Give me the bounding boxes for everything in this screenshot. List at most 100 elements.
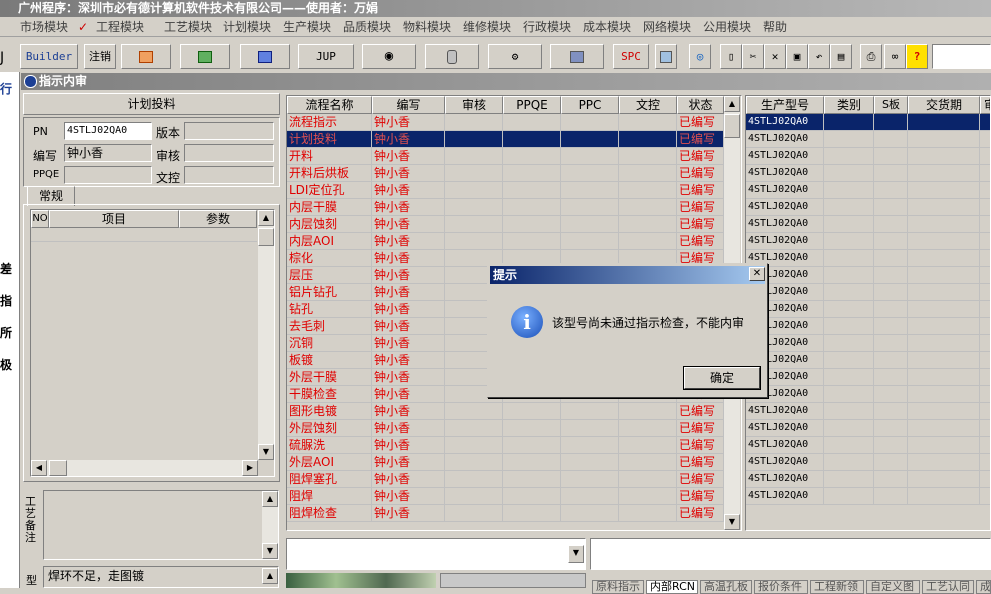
table-row[interactable]: 阻焊 钟小香 已编写 <box>287 488 724 505</box>
computer-button[interactable] <box>550 44 604 69</box>
scroll-up-icon[interactable]: ▲ <box>724 96 740 112</box>
bottom-tab[interactable]: 内部RCN <box>646 580 698 594</box>
col-header-ppc[interactable]: PPC <box>561 96 619 114</box>
find-button[interactable]: ∞ <box>884 44 906 69</box>
scroll-thumb[interactable] <box>724 114 740 138</box>
scroll-left-icon[interactable]: ◀ <box>31 460 47 476</box>
table-row[interactable]: 4STLJ02QA0 <box>746 335 990 352</box>
menu-market[interactable]: 市场模块 <box>20 19 68 35</box>
scroll-thumb[interactable] <box>258 228 274 246</box>
scroll-up-icon[interactable]: ▲ <box>258 210 274 226</box>
help-button[interactable]: ? <box>906 44 928 69</box>
table-row[interactable]: 4STLJ02QA0 <box>746 131 990 148</box>
scroll-down-icon[interactable]: ▼ <box>262 543 278 559</box>
powerpoint-button[interactable] <box>121 44 171 69</box>
ok-button[interactable]: 确定 <box>683 366 761 390</box>
col-header-delivery[interactable]: 交货期 <box>908 96 980 114</box>
table-row[interactable]: 4STLJ02QA0 <box>746 182 990 199</box>
table-row[interactable]: 内层蚀刻 钟小香 已编写 <box>287 216 724 233</box>
grid-row[interactable] <box>31 228 257 242</box>
table-row[interactable]: 外层AOI 钟小香 已编写 <box>287 454 724 471</box>
logout-button[interactable]: 注销 <box>84 44 116 69</box>
table-row[interactable]: 4STLJ02QA0 <box>746 386 990 403</box>
table-row[interactable]: 外层蚀刻 钟小香 已编写 <box>287 420 724 437</box>
table-row[interactable]: 内层干膜 钟小香 已编写 <box>287 199 724 216</box>
spc-button[interactable]: SPC <box>613 44 649 69</box>
vertical-scrollbar[interactable]: ▲ ▼ <box>258 210 274 460</box>
type-note-field[interactable]: 焊环不足，走图镀 ▲ <box>43 566 279 588</box>
menu-network[interactable]: 网络模块 <box>643 19 691 35</box>
table-row[interactable]: 4STLJ02QA0 <box>746 284 990 301</box>
table-row[interactable]: 4STLJ02QA0 <box>746 454 990 471</box>
tools-button[interactable]: ⚙ <box>488 44 542 69</box>
bottom-tab[interactable]: 自定义图 <box>866 580 920 594</box>
scroll-up-icon[interactable]: ▲ <box>262 491 278 507</box>
bottom-tab[interactable]: 原料指示 <box>592 580 644 594</box>
scroll-thumb[interactable] <box>49 460 67 476</box>
undo-button[interactable]: ↶ <box>808 44 830 69</box>
bottom-tab[interactable]: 成 <box>976 580 991 594</box>
table-row[interactable]: 阻焊塞孔 钟小香 已编写 <box>287 471 724 488</box>
ppqe-field[interactable] <box>64 166 152 184</box>
table-row[interactable]: 开料 钟小香 已编写 <box>287 148 724 165</box>
col-header-review[interactable]: 审核 <box>445 96 503 114</box>
table-row[interactable]: 4STLJ02QA0 <box>746 199 990 216</box>
excel-button[interactable] <box>180 44 230 69</box>
menu-material[interactable]: 物料模块 <box>403 19 451 35</box>
database-button[interactable] <box>425 44 479 69</box>
table-row[interactable]: 4STLJ02QA0 <box>746 471 990 488</box>
builder-button[interactable]: Builder <box>20 44 78 69</box>
scroll-down-icon[interactable]: ▼ <box>258 444 274 460</box>
table-row[interactable]: 计划投料 钟小香 已编写 <box>287 131 724 148</box>
bottom-input[interactable] <box>590 538 991 570</box>
table-row[interactable]: 阻焊检查 钟小香 已编写 <box>287 505 724 522</box>
menu-help[interactable]: 帮助 <box>763 19 787 35</box>
bottom-combo[interactable]: ▼ <box>286 538 586 570</box>
col-header-ppqe[interactable]: PPQE <box>503 96 561 114</box>
preview-button[interactable]: ▤ <box>830 44 852 69</box>
calculator-button[interactable] <box>655 44 677 69</box>
table-row[interactable]: 硫脲洗 钟小香 已编写 <box>287 437 724 454</box>
table-row[interactable]: 4STLJ02QA0 <box>746 403 990 420</box>
cut-button[interactable]: ✂ <box>742 44 764 69</box>
col-header-status[interactable]: 状态 <box>677 96 724 114</box>
view-button[interactable]: ◉ <box>362 44 416 69</box>
table-row[interactable]: 4STLJ02QA0 <box>746 148 990 165</box>
table-row[interactable]: 图形电镀 钟小香 已编写 <box>287 403 724 420</box>
table-row[interactable]: 开料后烘板 钟小香 已编写 <box>287 165 724 182</box>
process-note-field[interactable]: ▲ ▼ <box>43 490 279 560</box>
save-button[interactable]: ▣ <box>786 44 808 69</box>
col-header-category[interactable]: 类别 <box>824 96 874 114</box>
col-header-control[interactable]: 文控 <box>619 96 677 114</box>
menu-common[interactable]: 公用模块 <box>703 19 751 35</box>
table-row[interactable]: 4STLJ02QA0 <box>746 301 990 318</box>
table-row[interactable]: 4STLJ02QA0 <box>746 437 990 454</box>
bottom-tab[interactable]: 高温孔板 <box>700 580 752 594</box>
bottom-tab[interactable]: 工艺认同 <box>922 580 974 594</box>
review-field[interactable] <box>184 144 274 162</box>
table-row[interactable]: 4STLJ02QA0 <box>746 420 990 437</box>
table-row[interactable]: 流程指示 钟小香 已编写 <box>287 114 724 131</box>
table-row[interactable]: 4STLJ02QA0 <box>746 318 990 335</box>
table-row[interactable]: 4STLJ02QA0 <box>746 233 990 250</box>
col-header-model[interactable]: 生产型号 <box>746 96 824 114</box>
chevron-down-icon[interactable]: ▼ <box>568 545 584 563</box>
table-row[interactable]: 4STLJ02QA0 <box>746 352 990 369</box>
table-row[interactable]: 4STLJ02QA0 <box>746 369 990 386</box>
table-row[interactable]: 4STLJ02QA0 <box>746 250 990 267</box>
table-row[interactable]: LDI定位孔 钟小香 已编写 <box>287 182 724 199</box>
table-row[interactable]: 4STLJ02QA0 <box>746 114 990 131</box>
menu-cost[interactable]: 成本模块 <box>583 19 631 35</box>
jup-button[interactable]: JUP <box>298 44 354 69</box>
table-row[interactable]: 4STLJ02QA0 <box>746 216 990 233</box>
close-icon[interactable]: ✕ <box>749 267 765 281</box>
scroll-down-icon[interactable]: ▼ <box>724 514 740 530</box>
scroll-right-icon[interactable]: ▶ <box>242 460 258 476</box>
control-field[interactable] <box>184 166 274 184</box>
horizontal-scrollbar[interactable]: ◀ ▶ <box>31 460 258 476</box>
table-row[interactable]: 4STLJ02QA0 <box>746 267 990 284</box>
print-button[interactable]: ⎙ <box>860 44 882 69</box>
browser-button[interactable]: ◎ <box>689 44 711 69</box>
writer-field[interactable]: 钟小香 <box>64 144 152 162</box>
table-row[interactable]: 4STLJ02QA0 <box>746 165 990 182</box>
